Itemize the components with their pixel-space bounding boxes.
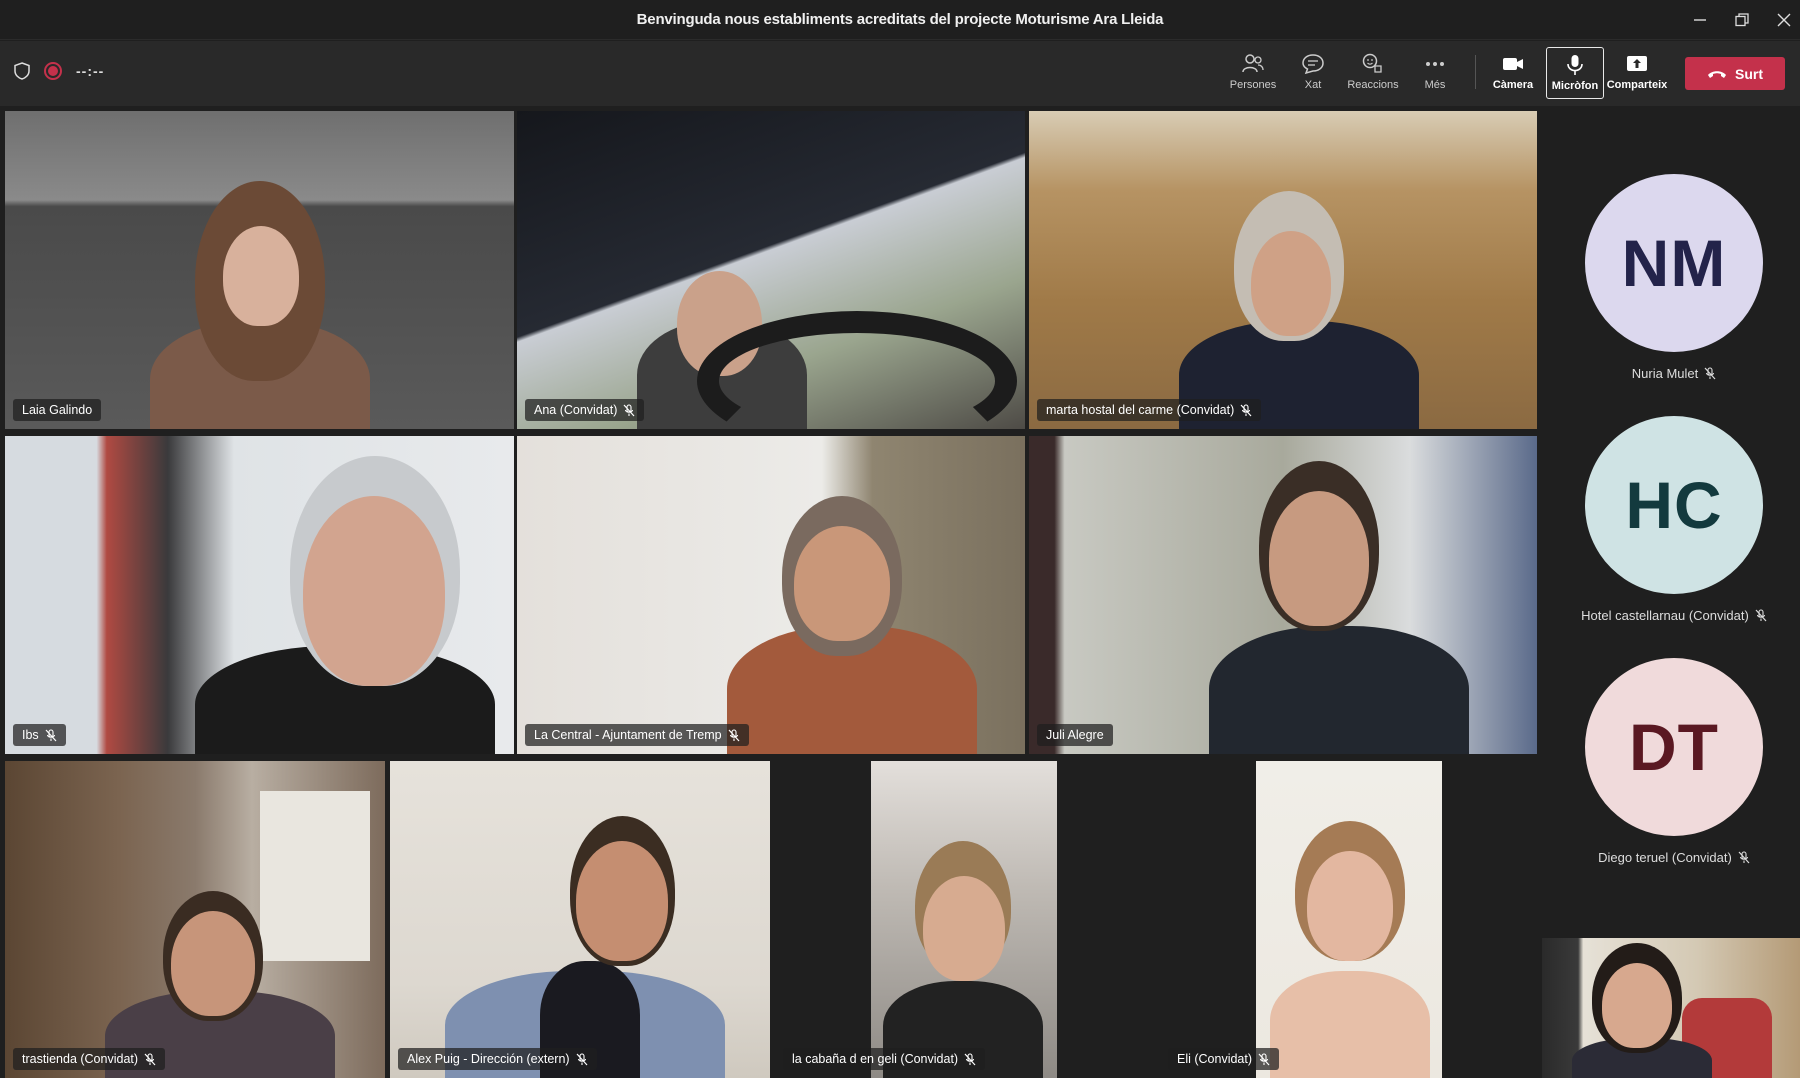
chat-icon <box>1302 54 1324 75</box>
close-icon[interactable] <box>1764 6 1800 34</box>
microphone-icon <box>1567 55 1583 75</box>
participant-name-tag: Alex Puig - Dirección (extern) <box>398 1048 597 1070</box>
rail-participant-name: Nuria Mulet <box>1540 366 1800 381</box>
phone-hangup-icon <box>1708 70 1726 78</box>
mic-off-icon <box>1240 403 1252 416</box>
leave-button[interactable]: Surt <box>1685 57 1785 90</box>
video-tile[interactable]: Juli Alegre <box>1029 436 1537 754</box>
mic-off-icon <box>964 1052 976 1065</box>
share-button[interactable]: Comparteix <box>1606 47 1668 99</box>
participant-name-tag: La Central - Ajuntament de Tremp <box>525 724 749 746</box>
camera-icon <box>1503 58 1523 70</box>
participant-name-tag: Ana (Convidat) <box>525 399 645 421</box>
participant-rail: NM Nuria Mulet HC Hotel castellarnau (Co… <box>1540 106 1800 1078</box>
participant-name-tag: la cabaña d en geli (Convidat) <box>783 1048 986 1070</box>
minimize-icon[interactable] <box>1680 6 1720 34</box>
more-icon <box>1426 62 1444 66</box>
share-icon <box>1627 56 1647 71</box>
mic-off-icon <box>576 1052 588 1065</box>
video-tile[interactable]: Ana (Convidat) <box>517 111 1025 429</box>
participant-name-tag: Juli Alegre <box>1037 724 1113 746</box>
mic-off-icon <box>1738 851 1750 864</box>
camera-button[interactable]: Càmera <box>1484 47 1542 99</box>
mic-off-icon <box>45 728 57 741</box>
camera-label: Càmera <box>1492 79 1534 91</box>
mic-off-icon <box>1704 367 1716 380</box>
participant-name-tag: trastienda (Convidat) <box>13 1048 166 1070</box>
avatar[interactable]: HC <box>1585 416 1763 594</box>
chat-label: Xat <box>1304 79 1322 91</box>
video-tile[interactable]: Laia Galindo <box>5 111 514 429</box>
toolbar-divider <box>1475 55 1476 89</box>
mic-off-icon <box>144 1052 156 1065</box>
rail-participant-name: Diego teruel (Convidat) <box>1540 850 1800 865</box>
reactions-icon <box>1362 53 1382 73</box>
reactions-button[interactable]: Reaccions <box>1344 47 1402 99</box>
avatar[interactable]: DT <box>1585 658 1763 836</box>
video-tile[interactable]: trastienda (Convidat) <box>5 761 385 1078</box>
meeting-timer: --:-- <box>76 63 105 79</box>
people-icon <box>1242 54 1264 73</box>
leave-label: Surt <box>1735 65 1763 82</box>
mic-off-icon <box>1258 1052 1270 1065</box>
restore-icon[interactable] <box>1722 6 1762 34</box>
participant-name-tag: Laia Galindo <box>13 399 102 421</box>
video-tile[interactable]: marta hostal del carme (Convidat) <box>1029 111 1537 429</box>
microphone-button[interactable]: Micròfon <box>1546 47 1604 99</box>
title-bar: Benvinguda nous establiments acreditats … <box>0 0 1800 40</box>
shield-icon[interactable] <box>14 62 30 80</box>
video-tile[interactable]: Ibs <box>5 436 514 754</box>
participant-name-tag: Eli (Convidat) <box>1168 1048 1280 1070</box>
video-tile[interactable]: Alex Puig - Dirección (extern) <box>390 761 770 1078</box>
reactions-label: Reaccions <box>1347 79 1399 91</box>
mic-off-icon <box>1755 609 1767 622</box>
share-label: Comparteix <box>1606 79 1668 91</box>
mic-off-icon <box>728 728 740 741</box>
participant-name-tag: marta hostal del carme (Convidat) <box>1037 399 1262 421</box>
chat-button[interactable]: Xat <box>1284 47 1342 99</box>
video-tile[interactable]: la cabaña d en geli (Convidat) <box>775 761 1155 1078</box>
recording-icon <box>44 62 62 80</box>
people-button[interactable]: Persones <box>1224 47 1282 99</box>
self-view[interactable] <box>1542 938 1800 1078</box>
more-button[interactable]: Més <box>1406 47 1464 99</box>
avatar[interactable]: NM <box>1585 174 1763 352</box>
window-title: Benvinguda nous establiments acreditats … <box>636 11 1164 28</box>
people-label: Persones <box>1229 79 1277 91</box>
rail-participant-name: Hotel castellarnau (Convidat) <box>1540 608 1800 623</box>
participant-name-tag: Ibs <box>13 724 66 746</box>
video-tile[interactable]: Eli (Convidat) <box>1160 761 1540 1078</box>
mic-off-icon <box>623 403 635 416</box>
video-tile[interactable]: La Central - Ajuntament de Tremp <box>517 436 1025 754</box>
video-grid: Laia Galindo Ana (Convidat) marta hostal… <box>0 106 1540 1078</box>
microphone-label: Micròfon <box>1551 80 1599 92</box>
more-label: Més <box>1424 79 1446 91</box>
meeting-toolbar: --:-- Persones Xat Reaccions Més Càmera … <box>0 41 1800 106</box>
